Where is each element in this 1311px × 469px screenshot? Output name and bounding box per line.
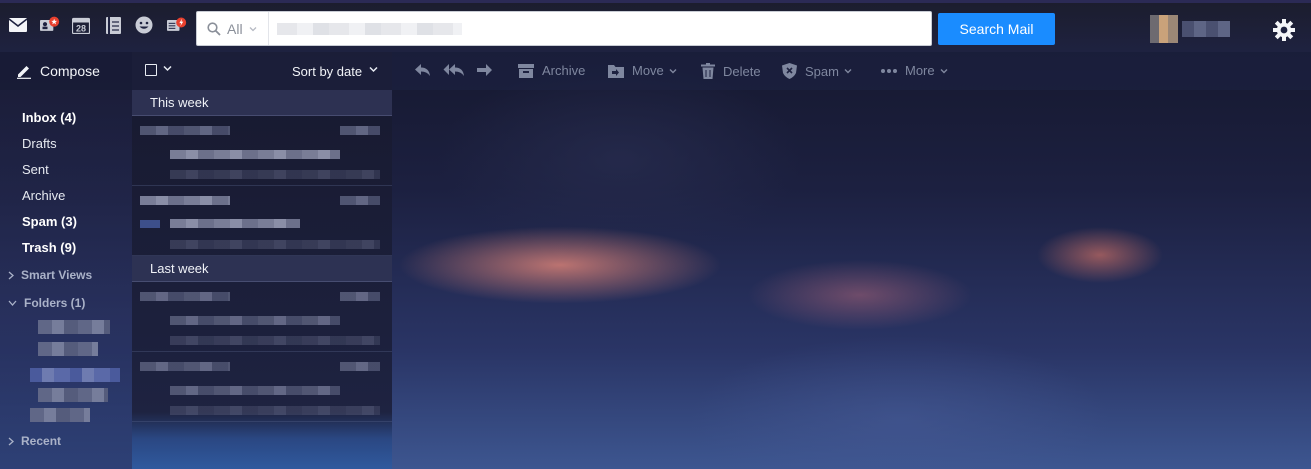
svg-text:28: 28 xyxy=(76,23,86,33)
search-scope-dropdown[interactable]: All xyxy=(197,12,269,45)
user-name-redacted[interactable] xyxy=(1182,21,1230,37)
folder-item-redacted[interactable] xyxy=(38,320,110,334)
archive-button[interactable]: Archive xyxy=(518,63,585,78)
shield-icon xyxy=(782,63,797,79)
sidebar-section-smart-views[interactable]: Smart Views xyxy=(8,268,92,282)
pencil-icon xyxy=(17,66,31,79)
contacts-icon[interactable] xyxy=(40,15,60,35)
sidebar-section-recent[interactable]: Recent xyxy=(8,434,61,448)
message-list: This week Last week xyxy=(132,90,392,469)
calendar-icon[interactable]: 28 xyxy=(71,15,91,35)
spam-button[interactable]: Spam xyxy=(782,63,852,79)
folder-item-redacted[interactable] xyxy=(38,388,108,402)
search-mail-button[interactable]: Search Mail xyxy=(938,13,1055,45)
archive-icon xyxy=(518,63,534,78)
recent-label: Recent xyxy=(21,434,62,448)
sidebar: Inbox (4) Drafts Sent Archive Spam (3) T… xyxy=(0,90,132,469)
more-dots-icon xyxy=(881,68,897,73)
smart-views-label: Smart Views xyxy=(21,268,93,282)
sidebar-section-folders[interactable]: Folders (1) xyxy=(8,296,85,310)
folder-item-redacted[interactable] xyxy=(30,368,120,382)
delete-button[interactable]: Delete xyxy=(701,63,761,79)
list-item[interactable] xyxy=(132,116,392,186)
sidebar-item-sent[interactable]: Sent xyxy=(22,162,49,177)
move-button[interactable]: Move xyxy=(608,63,677,78)
list-item[interactable] xyxy=(132,186,392,256)
reply-all-icon xyxy=(443,64,464,76)
trash-icon xyxy=(701,63,715,79)
sidebar-item-trash[interactable]: Trash (9) xyxy=(22,240,76,255)
sidebar-item-archive[interactable]: Archive xyxy=(22,188,65,203)
delete-label: Delete xyxy=(723,63,761,79)
chevron-down-icon xyxy=(669,68,677,73)
spam-label: Spam xyxy=(805,63,839,79)
chevron-down-icon xyxy=(249,26,257,31)
list-item[interactable] xyxy=(132,352,392,422)
chevron-down-icon xyxy=(940,68,948,73)
notepad-icon[interactable] xyxy=(103,15,123,35)
group-header-last-week: Last week xyxy=(132,256,392,282)
sidebar-item-drafts[interactable]: Drafts xyxy=(22,136,57,151)
select-all-checkbox[interactable] xyxy=(145,64,157,76)
search-box: All xyxy=(196,11,932,46)
chevron-right-icon xyxy=(8,437,14,445)
sidebar-item-inbox[interactable]: Inbox (4) xyxy=(22,110,76,125)
mail-icon[interactable] xyxy=(8,15,28,35)
forward-icon xyxy=(477,64,492,76)
list-item[interactable] xyxy=(132,282,392,352)
reply-icon xyxy=(415,64,430,76)
newsfeed-icon[interactable] xyxy=(167,15,187,35)
folders-label: Folders (1) xyxy=(24,296,86,310)
sort-by-date-dropdown[interactable]: Sort by date xyxy=(292,64,362,79)
forward-button[interactable] xyxy=(476,63,493,77)
top-bar: 28 All Search Mail xyxy=(0,0,1311,52)
message-list-toolbar: Sort by date xyxy=(132,52,392,90)
messenger-icon[interactable] xyxy=(134,15,154,35)
gear-icon[interactable] xyxy=(1272,18,1296,42)
search-scope-label: All xyxy=(227,20,243,37)
chevron-down-icon[interactable] xyxy=(163,65,172,72)
more-label: More xyxy=(905,63,935,78)
reply-all-button[interactable] xyxy=(443,63,465,77)
folder-item-redacted[interactable] xyxy=(38,342,98,356)
folder-move-icon xyxy=(608,64,624,78)
reply-button[interactable] xyxy=(414,63,431,77)
compose-button[interactable]: Compose xyxy=(0,52,132,90)
chevron-down-icon xyxy=(8,300,17,306)
compose-label: Compose xyxy=(40,63,100,79)
folder-item-redacted[interactable] xyxy=(30,408,90,422)
archive-label: Archive xyxy=(542,63,586,78)
sidebar-item-spam[interactable]: Spam (3) xyxy=(22,214,77,229)
chevron-down-icon[interactable] xyxy=(369,66,378,73)
search-query-redacted xyxy=(277,23,462,35)
search-icon xyxy=(207,21,221,36)
chevron-down-icon xyxy=(844,69,852,74)
message-action-toolbar: Archive Move Delete Spam More xyxy=(392,52,1311,90)
move-label: Move xyxy=(632,63,664,78)
chevron-right-icon xyxy=(8,271,14,279)
more-button[interactable]: More xyxy=(881,63,948,78)
avatar[interactable] xyxy=(1150,15,1178,43)
group-header-this-week: This week xyxy=(132,90,392,116)
